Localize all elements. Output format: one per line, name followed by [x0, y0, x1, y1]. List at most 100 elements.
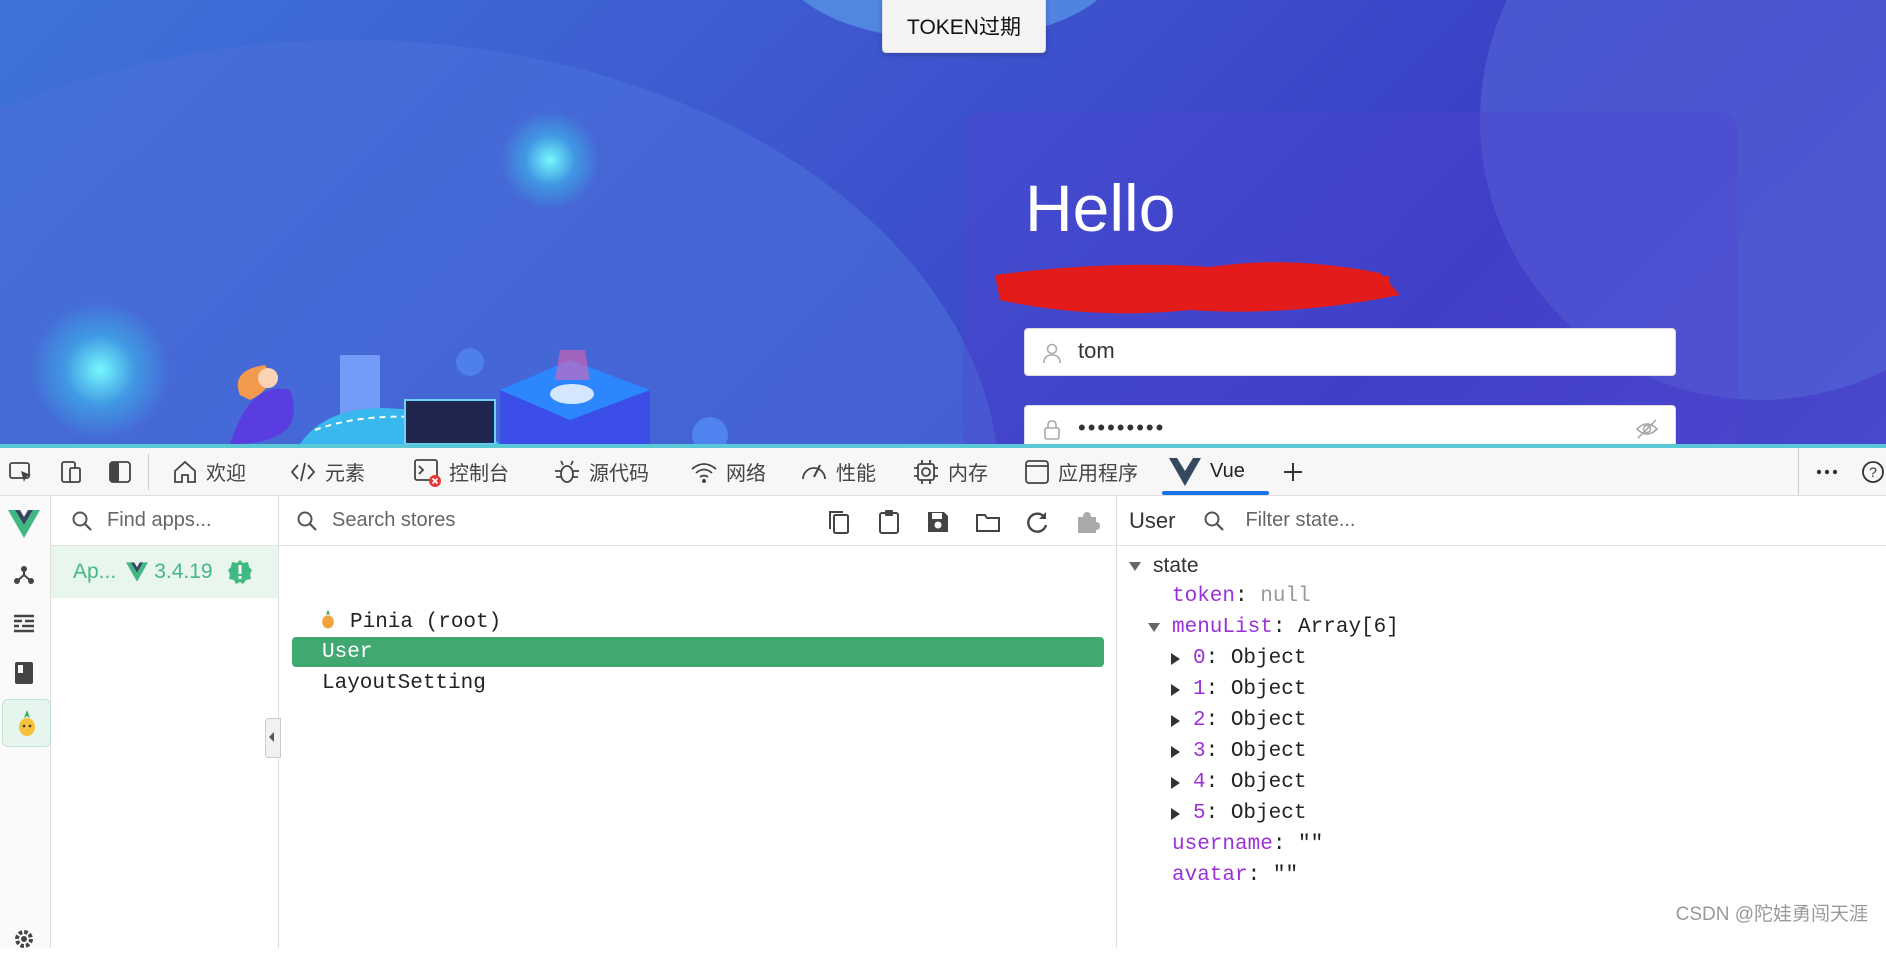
menu-item-row: 3: Object — [1193, 740, 1307, 763]
home-icon — [174, 460, 196, 483]
find-apps-input[interactable] — [105, 508, 269, 533]
collapse-handle[interactable] — [265, 718, 281, 758]
pineapple-icon — [18, 710, 35, 736]
menu-item-toggle[interactable] — [1171, 653, 1180, 665]
tab-memory[interactable]: 内存 — [912, 448, 988, 495]
tab-performance[interactable]: 性能 — [800, 448, 876, 495]
settings-button[interactable] — [0, 916, 47, 962]
search-icon — [72, 511, 92, 531]
router-button[interactable] — [0, 650, 47, 696]
tab-network-label: 网络 — [726, 463, 766, 485]
copy-icon[interactable] — [826, 509, 852, 535]
app-list-item[interactable]: Ap... 3.4.19 — [51, 546, 278, 598]
state-value: Object — [1230, 678, 1307, 701]
save-icon[interactable] — [925, 509, 951, 535]
menu-item-row: 2: Object — [1193, 709, 1307, 732]
password-field[interactable] — [1024, 405, 1676, 444]
tab-vue[interactable]: Vue — [1168, 448, 1245, 495]
question-icon[interactable]: ? — [1860, 460, 1886, 484]
tab-sources[interactable]: 源代码 — [553, 448, 649, 495]
state-value: "" — [1298, 833, 1324, 856]
red-redaction-scribble — [995, 262, 1400, 314]
state-key: 1 — [1193, 678, 1206, 701]
username-field[interactable] — [1024, 328, 1676, 376]
menu-item-row: 1: Object — [1193, 678, 1307, 701]
tab-application[interactable]: 应用程序 — [1024, 448, 1138, 495]
state-value: null — [1260, 585, 1311, 608]
ellipsis-icon[interactable] — [1814, 460, 1840, 484]
state-value: Object — [1230, 647, 1307, 670]
wifi-icon — [691, 462, 717, 483]
password-input[interactable] — [1076, 414, 1600, 442]
refresh-icon[interactable] — [1024, 509, 1050, 535]
token-expired-toast: TOKEN过期 — [882, 0, 1046, 53]
state-section-label: state — [1153, 554, 1199, 577]
state-key: 5 — [1193, 802, 1206, 825]
tab-elements-label: 元素 — [325, 463, 365, 485]
clipboard-icon[interactable] — [876, 509, 902, 535]
device-emulation-icon[interactable] — [58, 460, 84, 484]
dock-side-icon[interactable] — [107, 460, 133, 484]
components-tree-icon — [13, 566, 34, 584]
add-tab-icon[interactable] — [1280, 460, 1306, 484]
book-icon — [14, 662, 33, 684]
state-key: 3 — [1193, 740, 1206, 763]
code-icon — [290, 462, 316, 481]
store-item-pinia-root[interactable]: Pinia (root) — [292, 607, 1104, 637]
tab-sources-label: 源代码 — [589, 463, 649, 485]
vue-logo-icon — [7, 510, 40, 538]
state-row-username: username: "" — [1172, 833, 1324, 856]
state-key: 0 — [1193, 647, 1206, 670]
search-stores-input[interactable] — [330, 508, 714, 533]
lock-icon — [1044, 420, 1060, 440]
timeline-icon — [13, 614, 34, 633]
chip-icon — [914, 459, 938, 484]
username-input[interactable] — [1076, 337, 1600, 365]
vue-devtools-rail — [0, 496, 51, 948]
tab-console[interactable]: 控制台 — [413, 448, 509, 495]
find-apps-row — [51, 496, 278, 546]
tab-network[interactable]: 网络 — [690, 448, 766, 495]
puzzle-icon[interactable] — [1074, 509, 1100, 535]
state-value: Array[6] — [1298, 616, 1399, 639]
pinia-button[interactable] — [2, 699, 51, 747]
inspect-icon[interactable] — [8, 460, 34, 484]
login-illustration — [230, 348, 728, 444]
menu-item-toggle[interactable] — [1171, 746, 1180, 758]
state-value: "" — [1272, 864, 1299, 887]
pineapple-icon — [320, 609, 336, 636]
menulist-toggle[interactable] — [1148, 623, 1160, 632]
menu-item-toggle[interactable] — [1171, 777, 1180, 789]
login-title: Hello — [1025, 171, 1176, 245]
tab-elements[interactable]: 元素 — [289, 448, 365, 495]
tab-memory-label: 内存 — [948, 463, 988, 485]
app-name: Ap... — [73, 560, 117, 583]
stores-column: Pinia (root) User LayoutSetting — [265, 496, 1117, 948]
store-item-user[interactable]: User — [292, 637, 1104, 667]
state-header: User — [1117, 496, 1886, 546]
store-item-layoutsetting[interactable]: LayoutSetting — [292, 668, 1104, 698]
tab-application-label: 应用程序 — [1058, 463, 1138, 485]
timeline-button[interactable] — [0, 600, 47, 646]
menu-item-toggle[interactable] — [1171, 715, 1180, 727]
state-key: 4 — [1193, 771, 1206, 794]
watermark: CSDN @陀娃勇闯天涯 — [1675, 904, 1868, 925]
chevron-left-icon — [269, 732, 274, 742]
svg-text:?: ? — [1869, 464, 1877, 480]
store-item-label: Pinia (root) — [350, 610, 502, 634]
state-value: Object — [1230, 771, 1307, 794]
menu-item-row: 5: Object — [1193, 802, 1307, 825]
vue-version-icon — [126, 562, 149, 582]
folder-icon[interactable] — [975, 509, 1001, 535]
eye-off-icon[interactable] — [1635, 418, 1659, 440]
state-section-toggle[interactable] — [1129, 562, 1141, 571]
components-button[interactable] — [0, 551, 47, 597]
tab-welcome[interactable]: 欢迎 — [172, 448, 246, 495]
tab-vue-label: Vue — [1210, 460, 1245, 482]
menu-item-toggle[interactable] — [1171, 684, 1180, 696]
filter-state-input[interactable] — [1243, 508, 1748, 533]
state-value: Object — [1230, 709, 1307, 732]
menu-item-toggle[interactable] — [1171, 808, 1180, 820]
apps-column: Ap... 3.4.19 — [51, 496, 279, 948]
glow-orb-1 — [500, 110, 600, 210]
